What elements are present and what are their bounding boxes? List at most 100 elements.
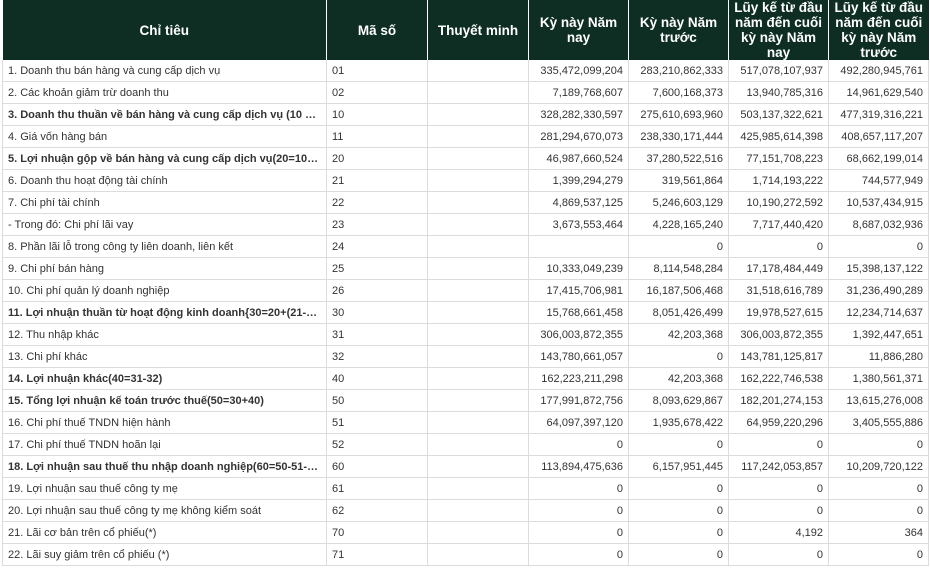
row-ytd-current-value: 13,940,785,316 xyxy=(728,81,829,104)
row-ytd-previous-value: 744,577,949 xyxy=(828,169,929,192)
row-code: 22 xyxy=(326,191,428,214)
row-ytd-previous-value: 364 xyxy=(828,521,929,544)
row-note xyxy=(427,103,529,126)
row-ytd-current-value: 0 xyxy=(728,499,829,522)
row-indicator-name: 11. Lợi nhuận thuần từ hoạt động kinh do… xyxy=(2,301,327,324)
row-ytd-current-value: 143,781,125,817 xyxy=(728,345,829,368)
table-row: 8. Phần lãi lỗ trong công ty liên doanh,… xyxy=(2,235,929,258)
header-note: Thuyết minh xyxy=(427,0,529,60)
row-note xyxy=(427,367,529,390)
row-note xyxy=(427,543,529,566)
row-ytd-previous-value: 11,886,280 xyxy=(828,345,929,368)
row-ytd-current-value: 503,137,322,621 xyxy=(728,103,829,126)
row-code: 01 xyxy=(326,60,428,82)
header-code: Mã số xyxy=(326,0,428,60)
row-code: 11 xyxy=(326,125,428,148)
row-code: 71 xyxy=(326,543,428,566)
row-ytd-current-value: 1,714,193,222 xyxy=(728,169,829,192)
row-indicator-name: 21. Lãi cơ bản trên cổ phiếu(*) xyxy=(2,521,327,544)
row-code: 61 xyxy=(326,477,428,500)
row-ytd-current-value: 19,978,527,615 xyxy=(728,301,829,324)
row-code: 60 xyxy=(326,455,428,478)
table-row: 11. Lợi nhuận thuần từ hoạt động kinh do… xyxy=(2,301,929,324)
row-ytd-current-value: 425,985,614,398 xyxy=(728,125,829,148)
table-row: 16. Chi phí thuế TNDN hiện hành 51 64,097,… xyxy=(2,411,929,434)
row-note xyxy=(427,191,529,214)
row-code: 25 xyxy=(326,257,428,280)
row-indicator-name: - Trong đó: Chi phí lãi vay xyxy=(2,213,327,236)
row-ytd-previous-value: 1,392,447,651 xyxy=(828,323,929,346)
row-current-value: 177,991,872,756 xyxy=(528,389,629,412)
row-previous-value: 0 xyxy=(628,235,729,258)
row-ytd-current-value: 77,151,708,223 xyxy=(728,147,829,170)
income-statement-table: Chỉ tiêu Mã số Thuyết minh Kỳ này Năm na… xyxy=(2,0,929,566)
table-row: 19. Lợi nhuận sau thuế công ty mẹ 61 0 0 0 0 xyxy=(2,477,929,500)
row-previous-value: 0 xyxy=(628,543,729,566)
row-indicator-name: 18. Lợi nhuận sau thuế thu nhập doanh ng… xyxy=(2,455,327,478)
row-code: 20 xyxy=(326,147,428,170)
row-current-value: 0 xyxy=(528,521,629,544)
row-note xyxy=(427,301,529,324)
row-ytd-previous-value: 0 xyxy=(828,499,929,522)
row-indicator-name: 4. Giá vốn hàng bán xyxy=(2,125,327,148)
row-ytd-previous-value: 0 xyxy=(828,543,929,566)
header-ytd-current: Lũy kế từ đầu năm đến cuối kỳ này Năm na… xyxy=(728,0,829,60)
row-current-value: 143,780,661,057 xyxy=(528,345,629,368)
row-current-value: 328,282,330,597 xyxy=(528,103,629,126)
row-indicator-name: 9. Chi phí bán hàng xyxy=(2,257,327,280)
row-previous-value: 319,561,864 xyxy=(628,169,729,192)
row-note xyxy=(427,499,529,522)
row-note xyxy=(427,455,529,478)
row-note xyxy=(427,235,529,258)
table-row: 9. Chi phí bán hàng 25 10,333,049,239 8,114… xyxy=(2,257,929,280)
row-ytd-current-value: 182,201,274,153 xyxy=(728,389,829,412)
row-ytd-current-value: 4,192 xyxy=(728,521,829,544)
table-row: 10. Chi phí quản lý doanh nghiệp 26 17,415… xyxy=(2,279,929,302)
row-previous-value: 8,114,548,284 xyxy=(628,257,729,280)
row-previous-value: 0 xyxy=(628,499,729,522)
row-note xyxy=(427,433,529,456)
row-current-value: 281,294,670,073 xyxy=(528,125,629,148)
header-current-period: Kỳ này Năm nay xyxy=(528,0,629,60)
row-indicator-name: 1. Doanh thu bán hàng và cung cấp dịch v… xyxy=(2,60,327,82)
row-previous-value: 8,093,629,867 xyxy=(628,389,729,412)
row-note xyxy=(427,323,529,346)
row-indicator-name: 7. Chi phí tài chính xyxy=(2,191,327,214)
row-previous-value: 0 xyxy=(628,521,729,544)
row-indicator-name: 13. Chi phí khác xyxy=(2,345,327,368)
row-current-value: 306,003,872,355 xyxy=(528,323,629,346)
row-current-value: 113,894,475,636 xyxy=(528,455,629,478)
row-previous-value: 37,280,522,516 xyxy=(628,147,729,170)
row-ytd-previous-value: 12,234,714,637 xyxy=(828,301,929,324)
row-current-value: 4,869,537,125 xyxy=(528,191,629,214)
row-code: 50 xyxy=(326,389,428,412)
row-ytd-previous-value: 492,280,945,761 xyxy=(828,60,929,82)
row-current-value: 10,333,049,239 xyxy=(528,257,629,280)
row-current-value: 162,223,211,298 xyxy=(528,367,629,390)
table-row: 4. Giá vốn hàng bán 11 281,294,670,073 238,… xyxy=(2,125,929,148)
header-indicator: Chỉ tiêu xyxy=(2,0,327,60)
row-previous-value: 42,203,368 xyxy=(628,367,729,390)
row-note xyxy=(427,521,529,544)
row-current-value: 1,399,294,279 xyxy=(528,169,629,192)
row-code: 52 xyxy=(326,433,428,456)
row-note xyxy=(427,60,529,82)
row-indicator-name: 17. Chi phí thuế TNDN hoãn lại xyxy=(2,433,327,456)
row-ytd-previous-value: 31,236,490,289 xyxy=(828,279,929,302)
row-ytd-previous-value: 477,319,316,221 xyxy=(828,103,929,126)
row-current-value xyxy=(528,235,629,258)
row-previous-value: 8,051,426,499 xyxy=(628,301,729,324)
row-indicator-name: 22. Lãi suy giảm trên cổ phiếu (*) xyxy=(2,543,327,566)
row-ytd-current-value: 0 xyxy=(728,235,829,258)
row-code: 26 xyxy=(326,279,428,302)
table-row: 6. Doanh thu hoạt động tài chính 21 1,399,… xyxy=(2,169,929,192)
row-note xyxy=(427,125,529,148)
table-row: - Trong đó: Chi phí lãi vay 23 3,673,553,4… xyxy=(2,213,929,236)
table-row: 18. Lợi nhuận sau thuế thu nhập doanh ng… xyxy=(2,455,929,478)
row-ytd-previous-value: 10,537,434,915 xyxy=(828,191,929,214)
row-ytd-previous-value: 13,615,276,008 xyxy=(828,389,929,412)
row-ytd-previous-value: 0 xyxy=(828,477,929,500)
row-note xyxy=(427,345,529,368)
row-ytd-current-value: 162,222,746,538 xyxy=(728,367,829,390)
row-code: 70 xyxy=(326,521,428,544)
